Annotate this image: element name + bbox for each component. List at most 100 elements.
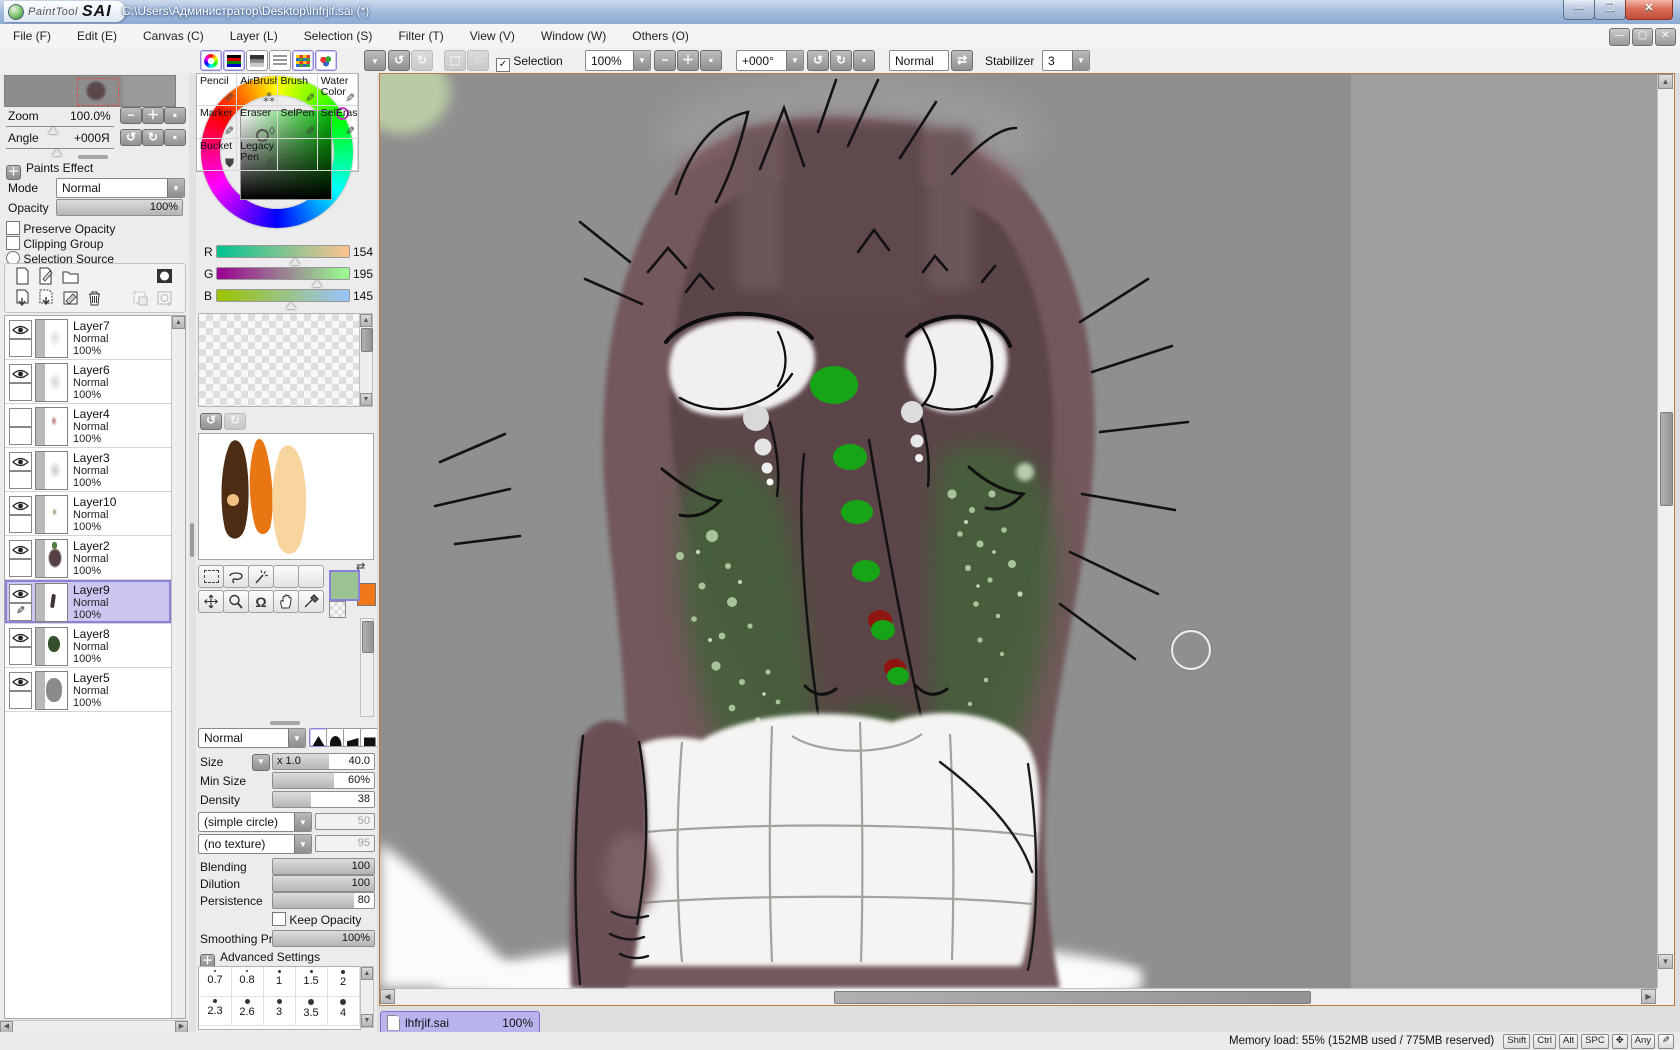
layer-row[interactable]: Layer10 Normal 100% bbox=[5, 492, 171, 536]
tool-seleras[interactable]: SelEras✎ bbox=[318, 106, 358, 138]
doc-maximize-button[interactable]: ▢ bbox=[1632, 28, 1653, 46]
nav-zoom-out-button[interactable]: − bbox=[120, 107, 142, 124]
preserve-opacity-checkbox[interactable] bbox=[6, 221, 20, 235]
invert-selection-button[interactable]: ◌ bbox=[467, 50, 489, 71]
size-option[interactable]: 3 bbox=[263, 996, 296, 1026]
chevron-down-icon[interactable]: ▼ bbox=[786, 51, 803, 70]
redo-button[interactable]: ↻ bbox=[411, 50, 433, 71]
layer-row[interactable]: Layer3 Normal 100% bbox=[5, 448, 171, 492]
empty-tool-slot[interactable] bbox=[273, 565, 299, 588]
tool-watercolor[interactable]: Water Color✎ bbox=[318, 74, 358, 106]
menu-canvas[interactable]: Canvas (C) bbox=[130, 26, 217, 46]
color-lines-toggle[interactable] bbox=[269, 50, 291, 71]
primary-color-swatch[interactable] bbox=[329, 570, 360, 601]
rotate-canvas-tool[interactable]: Ω bbox=[248, 590, 274, 613]
new-folder-button[interactable] bbox=[61, 267, 80, 285]
window-restore-button[interactable]: ❐ bbox=[1594, 0, 1626, 20]
nav-zoom-slider[interactable] bbox=[6, 126, 114, 127]
dilution-bar[interactable]: 100 bbox=[272, 875, 375, 892]
swatch-panel[interactable] bbox=[198, 313, 360, 407]
layer-mask-button[interactable] bbox=[155, 267, 174, 285]
menu-file[interactable]: File (F) bbox=[0, 26, 64, 46]
scroll-down-arrow[interactable]: ▼ bbox=[361, 1014, 373, 1027]
persistence-bar[interactable]: 80 bbox=[272, 892, 375, 909]
keep-opacity-row[interactable]: Keep Opacity bbox=[272, 912, 361, 927]
tool-legacy-pen[interactable]: Legacy Pen✎ bbox=[237, 139, 277, 171]
canvas-viewport[interactable] bbox=[380, 74, 1657, 988]
transfer-down-button[interactable] bbox=[13, 289, 32, 307]
clear-layer-button[interactable] bbox=[61, 289, 80, 307]
layer-paint-indicator[interactable] bbox=[9, 471, 32, 489]
selection-checkbox[interactable]: ✓ bbox=[496, 58, 510, 72]
layer-row[interactable]: Layer4 Normal 100% bbox=[5, 404, 171, 448]
hand-tool[interactable] bbox=[273, 590, 299, 613]
expand-icon[interactable]: ＋ bbox=[6, 165, 21, 180]
layer-row[interactable]: Layer6 Normal 100% bbox=[5, 360, 171, 404]
layer-paint-indicator[interactable] bbox=[9, 559, 32, 577]
scroll-up-arrow[interactable]: ▲ bbox=[172, 316, 185, 329]
move-tool[interactable] bbox=[198, 590, 224, 613]
keep-opacity-checkbox[interactable] bbox=[272, 912, 286, 926]
layer-visibility-toggle[interactable] bbox=[9, 452, 32, 471]
menu-layer[interactable]: Layer (L) bbox=[217, 26, 291, 46]
tool-airbrush[interactable]: AirBrush⁂ bbox=[237, 74, 277, 106]
scroll-left-arrow[interactable]: ◀ bbox=[380, 989, 395, 1004]
menu-view[interactable]: View (V) bbox=[457, 26, 528, 46]
layer-row[interactable]: Layer2 Normal 100% bbox=[5, 536, 171, 580]
layer-paint-indicator[interactable] bbox=[9, 383, 32, 401]
preserve-opacity-row[interactable]: Preserve Opacity bbox=[6, 221, 115, 236]
eyedropper-tool[interactable] bbox=[298, 590, 324, 613]
toolbar-dropdown-button[interactable]: ▼ bbox=[364, 50, 386, 71]
nav-zoom-in-button[interactable]: ＋ bbox=[142, 107, 164, 124]
nav-rotate-reset-button[interactable]: ▪ bbox=[164, 129, 186, 146]
zoom-tool[interactable] bbox=[223, 590, 249, 613]
empty-tool-slot[interactable] bbox=[298, 565, 324, 588]
zoom-out-button[interactable]: − bbox=[654, 50, 676, 71]
panel-grip[interactable] bbox=[78, 155, 108, 159]
b-slider[interactable] bbox=[216, 289, 350, 302]
doc-close-button[interactable]: ✕ bbox=[1655, 28, 1676, 46]
menu-selection[interactable]: Selection (S) bbox=[291, 26, 386, 46]
angle-combo[interactable]: +000°▼ bbox=[736, 50, 804, 71]
tool-pencil[interactable]: Pencil✎ bbox=[197, 74, 237, 106]
layer-visibility-toggle[interactable] bbox=[9, 364, 32, 383]
scrollbar-thumb[interactable] bbox=[362, 621, 374, 653]
menu-edit[interactable]: Edit (E) bbox=[64, 26, 130, 46]
scrollbar-thumb[interactable] bbox=[361, 328, 373, 352]
scroll-down-arrow[interactable]: ▼ bbox=[360, 393, 372, 406]
brush-texture-combo[interactable]: (no texture)▼ bbox=[198, 834, 312, 854]
menu-filter[interactable]: Filter (T) bbox=[385, 26, 456, 46]
blending-bar[interactable]: 100 bbox=[272, 858, 375, 875]
scratch-redo-button[interactable]: ↻ bbox=[224, 413, 246, 430]
clipping-group-checkbox[interactable] bbox=[6, 236, 20, 250]
swatch-scrollbar[interactable]: ▲ ▼ bbox=[359, 313, 373, 407]
brush-shape-combo[interactable]: (simple circle)▼ bbox=[198, 812, 312, 832]
scroll-up-arrow[interactable]: ▲ bbox=[361, 967, 373, 980]
rotate-cw-button[interactable]: ↻ bbox=[830, 50, 852, 71]
layer-visibility-toggle[interactable] bbox=[9, 628, 32, 647]
layer-row[interactable]: Layer5 Normal 100% bbox=[5, 668, 171, 712]
r-slider[interactable] bbox=[216, 245, 350, 258]
tool-eraser[interactable]: Eraser◊ bbox=[237, 106, 277, 138]
nav-zoom-reset-button[interactable]: ▪ bbox=[164, 107, 186, 124]
rotate-reset-button[interactable]: ▪ bbox=[853, 50, 875, 71]
clipping-group-row[interactable]: Clipping Group bbox=[6, 236, 103, 251]
layer-paint-indicator[interactable] bbox=[9, 515, 32, 533]
layer-row[interactable]: Layer7 Normal 100% bbox=[5, 316, 171, 360]
layer-visibility-toggle[interactable] bbox=[9, 320, 32, 339]
delete-layer-button[interactable] bbox=[85, 289, 104, 307]
nav-zoom-slider-thumb[interactable] bbox=[48, 127, 58, 134]
layer-mode-combo[interactable]: Normal▼ bbox=[56, 178, 185, 198]
new-linework-layer-button[interactable] bbox=[37, 267, 56, 285]
color-wheel-toggle[interactable] bbox=[200, 50, 222, 71]
size-option[interactable]: 0.7 bbox=[199, 967, 232, 997]
layer-visibility-toggle[interactable] bbox=[9, 540, 32, 559]
doc-minimize-button[interactable]: — bbox=[1609, 28, 1630, 46]
size-option[interactable]: 3.5 bbox=[295, 996, 328, 1026]
hsv-slider-toggle[interactable] bbox=[246, 50, 268, 71]
density-bar[interactable]: 38 bbox=[272, 791, 375, 808]
layer-visibility-toggle[interactable] bbox=[9, 584, 32, 603]
tool-bucket[interactable]: Bucket⛊ bbox=[197, 139, 237, 171]
size-option[interactable]: 0.8 bbox=[231, 967, 264, 997]
deselect-button[interactable]: ⬚ bbox=[444, 50, 466, 71]
